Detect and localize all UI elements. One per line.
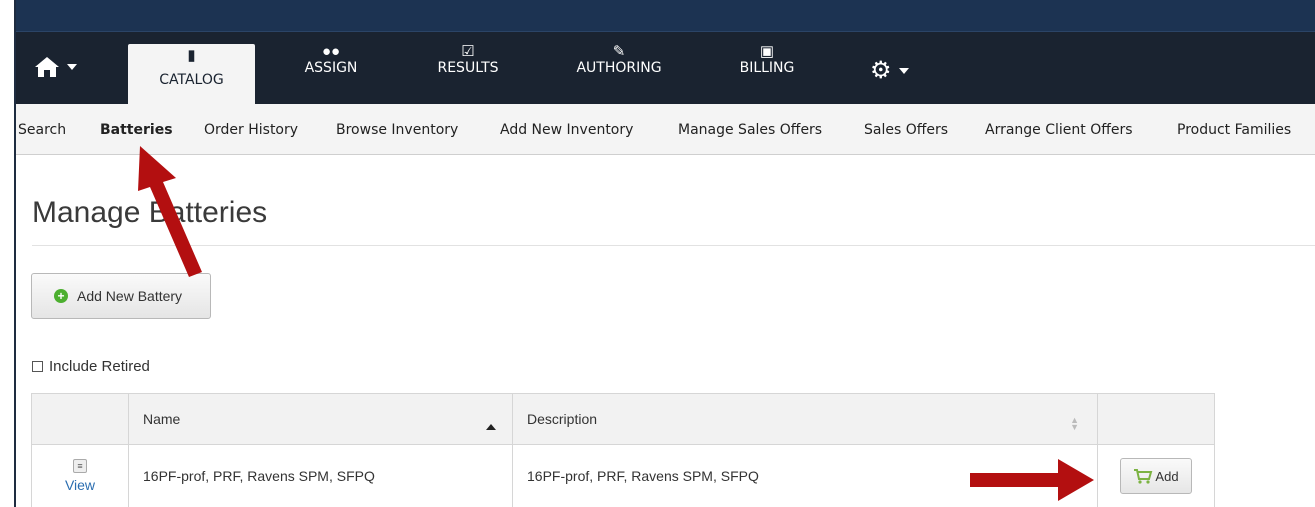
header-add [1097,393,1215,445]
add-new-battery-label: Add New Battery [77,288,183,304]
row-name: 16PF-prof, PRF, Ravens SPM, SFPQ [128,444,513,507]
subnav-batteries[interactable]: Batteries [100,122,173,138]
view-link[interactable]: View [32,477,128,493]
tab-assign-label: ASSIGN [304,60,358,76]
subnav-product-families[interactable]: Product Families [1177,122,1291,138]
checkbox[interactable] [32,361,43,372]
sort-ascending-icon [486,424,496,430]
catalog-subnav: Search Batteries Order History Browse In… [16,104,1315,155]
main-navbar: ▮ CATALOG ●● ASSIGN ☑ RESULTS ✎ AUTHORIN… [16,32,1315,104]
tab-authoring[interactable]: ✎ AUTHORING [556,32,682,104]
chevron-down-icon [67,64,77,70]
header-description[interactable]: Description ▲ ▼ [512,393,1098,445]
row-description: 16PF-prof, PRF, Ravens SPM, SFPQ [512,444,1098,507]
checkbox-icon: ☑ [461,43,475,60]
subnav-sales-offers[interactable]: Sales Offers [864,122,948,138]
header-actions [31,393,129,445]
include-retired-checkbox[interactable]: Include Retired [32,358,150,375]
header-name[interactable]: Name [128,393,513,445]
tab-results-label: RESULTS [437,60,499,76]
home-menu[interactable] [34,56,77,78]
view-cell: ≡ View [31,444,129,507]
pencil-icon: ✎ [612,43,626,60]
list-icon: ≡ [73,459,87,473]
sort-icon: ▲ ▼ [1070,415,1079,432]
add-to-cart-label: Add [1155,468,1179,484]
table-row: ≡ View 16PF-prof, PRF, Ravens SPM, SFPQ … [31,444,1215,507]
batteries-table: Name Description ▲ ▼ ≡ View 16PF-prof, PR… [31,393,1215,507]
tab-catalog-label: CATALOG [159,72,224,88]
subnav-browse-inventory[interactable]: Browse Inventory [336,122,458,138]
tab-catalog[interactable]: ▮ CATALOG [128,44,255,104]
top-bar [16,0,1315,32]
money-icon: ▣ [759,43,775,60]
settings-menu[interactable]: ⚙ [870,56,909,85]
tab-results[interactable]: ☑ RESULTS [418,32,518,104]
include-retired-label: Include Retired [49,358,150,375]
subnav-manage-sales-offers[interactable]: Manage Sales Offers [678,122,822,138]
tab-assign[interactable]: ●● ASSIGN [286,32,376,104]
tab-authoring-label: AUTHORING [576,60,662,76]
cart-icon [1134,469,1153,484]
add-new-battery-button[interactable]: + Add New Battery [31,273,211,319]
home-icon [35,57,59,77]
subnav-search[interactable]: Search [18,122,66,138]
tab-billing[interactable]: ▣ BILLING [722,32,812,104]
title-divider [32,245,1315,246]
subnav-arrange-client-offers[interactable]: Arrange Client Offers [985,122,1133,138]
subnav-add-new-inventory[interactable]: Add New Inventory [500,122,633,138]
add-to-cart-button[interactable]: Add [1120,458,1192,494]
plus-circle-icon: + [54,289,68,303]
users-icon: ●● [321,43,341,60]
header-description-label: Description [527,411,598,427]
subnav-order-history[interactable]: Order History [204,122,298,138]
tab-billing-label: BILLING [739,60,795,76]
window-border [14,0,16,507]
left-margin [0,0,14,507]
add-cell: Add [1097,444,1215,507]
gear-icon: ⚙ [870,57,892,84]
page-title: Manage Batteries [32,196,268,229]
header-name-label: Name [143,411,181,427]
chevron-down-icon [898,67,909,74]
book-icon: ▮ [187,47,196,64]
table-header-row: Name Description ▲ ▼ [31,393,1215,445]
